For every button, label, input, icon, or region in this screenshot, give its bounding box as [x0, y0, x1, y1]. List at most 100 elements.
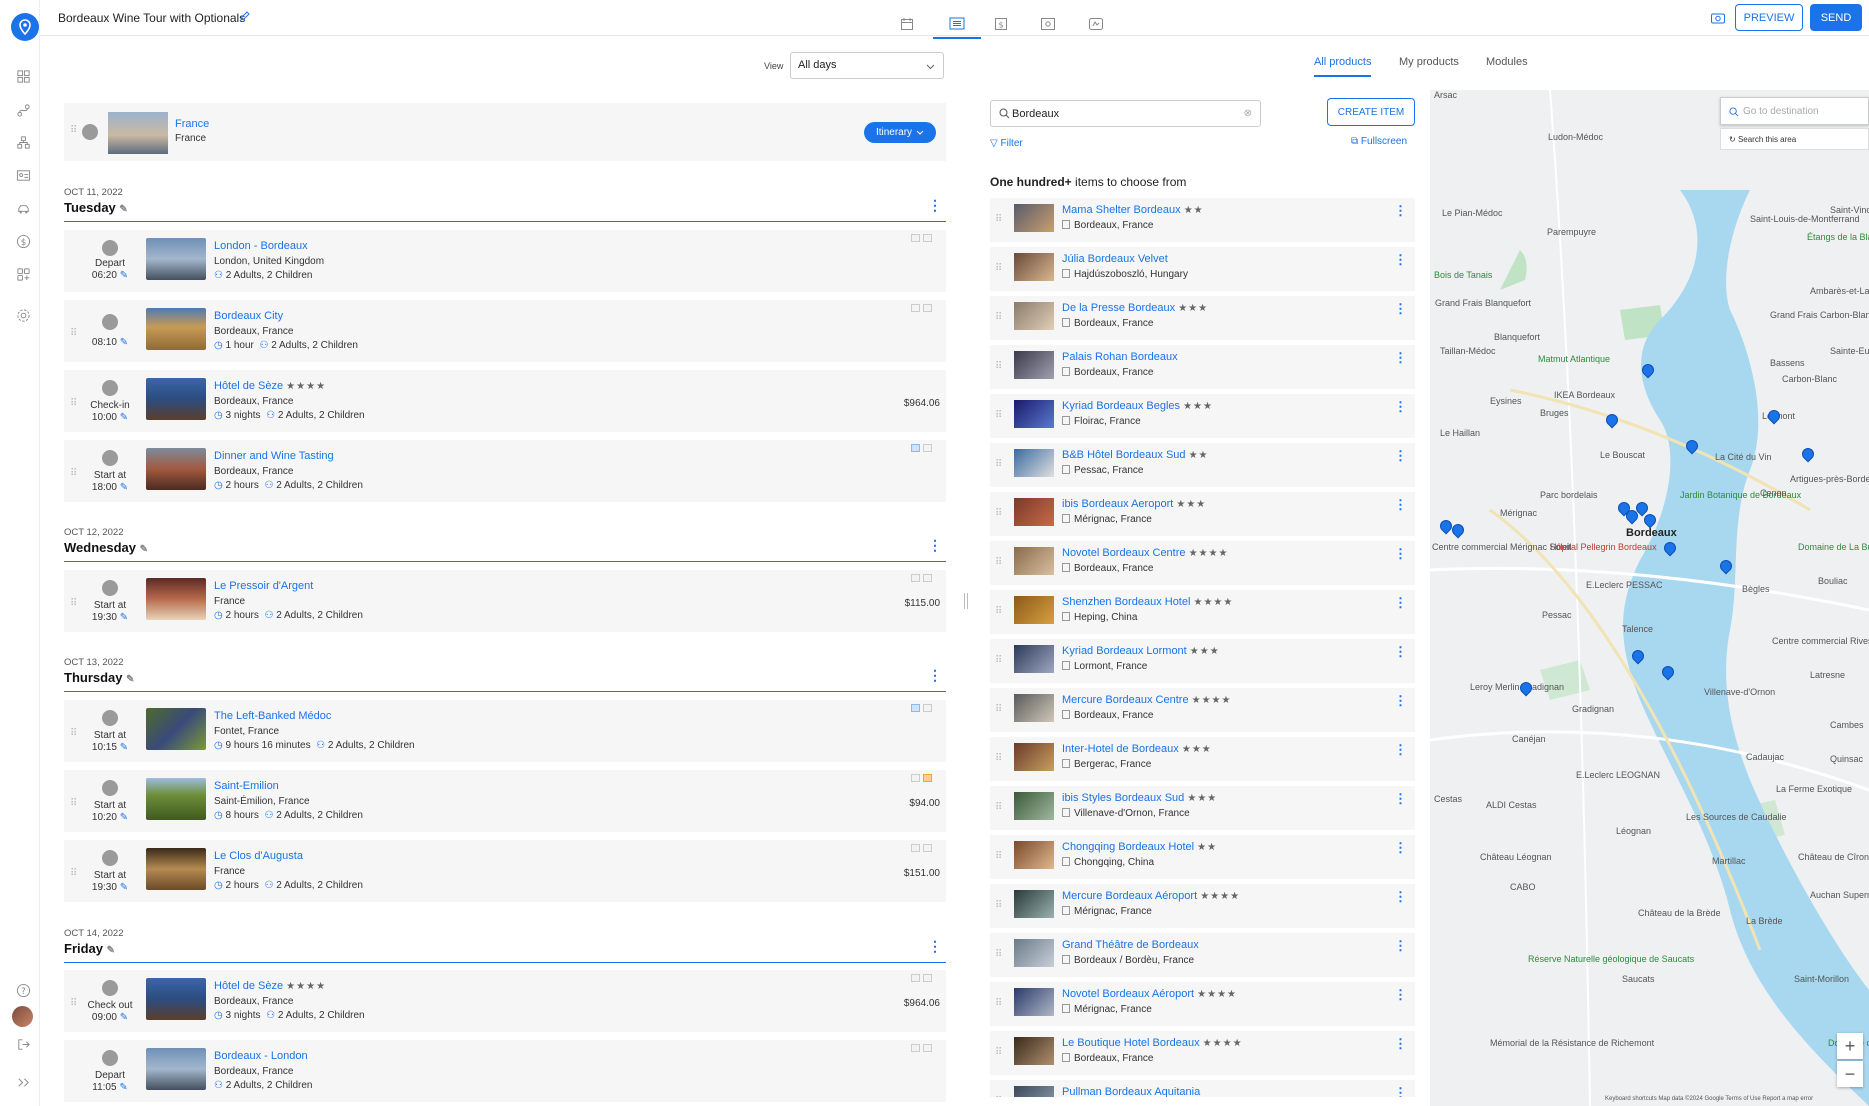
- drag-handle-icon[interactable]: ⠿: [995, 655, 1002, 666]
- product-menu-icon[interactable]: ⋮: [1394, 743, 1407, 756]
- preview-button[interactable]: PREVIEW: [1735, 4, 1803, 31]
- product-name[interactable]: Kyriad Bordeaux Begles ★★★: [1062, 400, 1213, 412]
- item-flags[interactable]: [911, 844, 932, 852]
- dashboard-icon[interactable]: [15, 68, 31, 84]
- list-icon[interactable]: [933, 9, 981, 39]
- drag-handle-icon[interactable]: ⠿: [995, 851, 1002, 862]
- drag-handle-icon[interactable]: ⠿: [995, 1096, 1002, 1097]
- drag-handle-icon[interactable]: ⠿: [995, 606, 1002, 617]
- product-row[interactable]: ⠿ B&B Hôtel Bordeaux Sud ★★ Pessac, France…: [990, 443, 1415, 487]
- logout-icon[interactable]: [15, 1036, 31, 1052]
- item-title[interactable]: Hôtel de Sèze ★★★★: [214, 980, 326, 992]
- item-flags[interactable]: [911, 234, 932, 242]
- itinerary-item[interactable]: ⠿ Start at 10:15 ✎ The Left-Banked Médoc …: [64, 700, 946, 762]
- search-this-area-button[interactable]: ↻ Search this area: [1720, 128, 1869, 150]
- product-menu-icon[interactable]: ⋮: [1394, 841, 1407, 854]
- avatar[interactable]: [12, 1006, 33, 1027]
- tab-modules[interactable]: Modules: [1486, 56, 1528, 68]
- item-flags[interactable]: [911, 444, 932, 452]
- product-name[interactable]: Mama Shelter Bordeaux ★★: [1062, 204, 1204, 216]
- drag-handle-icon[interactable]: ⠿: [995, 214, 1002, 225]
- drag-handle-icon[interactable]: ⠿: [70, 125, 77, 136]
- item-title[interactable]: Bordeaux - London: [214, 1050, 308, 1062]
- cars-icon[interactable]: [15, 200, 31, 216]
- drag-handle-icon[interactable]: ⠿: [70, 998, 77, 1009]
- product-row[interactable]: ⠿ Mercure Bordeaux Aéroport ★★★★ Mérignac,…: [990, 884, 1415, 928]
- contact-card-icon[interactable]: [15, 167, 31, 183]
- product-name[interactable]: Grand Théâtre de Bordeaux: [1062, 939, 1199, 951]
- product-row[interactable]: ⠿ Novotel Bordeaux Aéroport ★★★★ Mérignac,…: [990, 982, 1415, 1026]
- route-icon[interactable]: [15, 102, 31, 118]
- product-menu-icon[interactable]: ⋮: [1394, 351, 1407, 364]
- product-menu-icon[interactable]: ⋮: [1394, 939, 1407, 952]
- product-menu-icon[interactable]: ⋮: [1394, 449, 1407, 462]
- item-flags[interactable]: [911, 774, 932, 782]
- product-menu-icon[interactable]: ⋮: [1394, 694, 1407, 707]
- drag-handle-icon[interactable]: ⠿: [70, 398, 77, 409]
- tab-all-products[interactable]: All products: [1314, 56, 1372, 77]
- product-menu-icon[interactable]: ⋮: [1394, 302, 1407, 315]
- product-menu-icon[interactable]: ⋮: [1394, 596, 1407, 609]
- day-menu-icon[interactable]: ⋮: [928, 538, 942, 552]
- product-menu-icon[interactable]: ⋮: [1394, 400, 1407, 413]
- product-name[interactable]: Palais Rohan Bordeaux: [1062, 351, 1178, 363]
- item-flags[interactable]: [911, 1044, 932, 1052]
- drag-handle-icon[interactable]: ⠿: [995, 557, 1002, 568]
- edit-day-pencil-icon[interactable]: ✎: [107, 945, 115, 956]
- send-button[interactable]: SEND: [1810, 4, 1862, 31]
- item-title[interactable]: Bordeaux City: [214, 310, 283, 322]
- day-menu-icon[interactable]: ⋮: [928, 198, 942, 212]
- currency-icon[interactable]: $: [15, 233, 31, 249]
- day-menu-icon[interactable]: ⋮: [928, 668, 942, 682]
- calendar-icon[interactable]: [884, 9, 930, 39]
- help-icon[interactable]: ?: [15, 982, 31, 998]
- product-menu-icon[interactable]: ⋮: [1394, 645, 1407, 658]
- photo-pin-icon[interactable]: [1710, 11, 1726, 28]
- product-menu-icon[interactable]: ⋮: [1394, 1037, 1407, 1050]
- product-menu-icon[interactable]: ⋮: [1394, 1086, 1407, 1097]
- map-card-icon[interactable]: [1073, 9, 1119, 39]
- drag-handle-icon[interactable]: ⠿: [995, 1047, 1002, 1058]
- itinerary-item[interactable]: ⠿ Start at 18:00 ✎ Dinner and Wine Tastin…: [64, 440, 946, 502]
- itinerary-item[interactable]: ⠿ Start at 10:20 ✎ Saint-Emilion Saint-Ém…: [64, 770, 946, 832]
- product-row[interactable]: ⠿ Kyriad Bordeaux Lormont ★★★ Lormont, Fra…: [990, 639, 1415, 683]
- product-name[interactable]: Novotel Bordeaux Centre ★★★★: [1062, 547, 1228, 559]
- destination-title[interactable]: France: [175, 118, 209, 130]
- product-menu-icon[interactable]: ⋮: [1394, 547, 1407, 560]
- map[interactable]: Arsac Ludon-Médoc Le Pian-Médoc Parempuy…: [1430, 90, 1869, 1106]
- product-row[interactable]: ⠿ De la Presse Bordeaux ★★★ Bordeaux, Fran…: [990, 296, 1415, 340]
- itinerary-button[interactable]: Itinerary: [864, 122, 936, 143]
- expand-icon[interactable]: [15, 1074, 31, 1090]
- product-row[interactable]: ⠿ Shenzhen Bordeaux Hotel ★★★★ Heping, Chi…: [990, 590, 1415, 634]
- item-flags[interactable]: [911, 304, 932, 312]
- item-flags[interactable]: [911, 574, 932, 582]
- drag-handle-icon[interactable]: ⠿: [995, 410, 1002, 421]
- drag-handle-icon[interactable]: ⠿: [995, 704, 1002, 715]
- product-row[interactable]: ⠿ Le Boutique Hotel Bordeaux ★★★★ Bordeaux…: [990, 1031, 1415, 1075]
- drag-handle-icon[interactable]: ⠿: [995, 312, 1002, 323]
- product-menu-icon[interactable]: ⋮: [1394, 253, 1407, 266]
- app-logo-pin-icon[interactable]: [11, 13, 39, 41]
- map-destination-search[interactable]: Go to destination: [1720, 97, 1869, 125]
- drag-handle-icon[interactable]: ⠿: [995, 998, 1002, 1009]
- product-name[interactable]: Mercure Bordeaux Centre ★★★★: [1062, 694, 1231, 706]
- day-menu-icon[interactable]: ⋮: [928, 939, 942, 953]
- product-menu-icon[interactable]: ⋮: [1394, 792, 1407, 805]
- product-row[interactable]: ⠿ ibis Styles Bordeaux Sud ★★★ Villenave-d…: [990, 786, 1415, 830]
- itinerary-item[interactable]: ⠿ Start at 19:30 ✎ Le Pressoir d'Argent F…: [64, 570, 946, 632]
- clear-search-icon[interactable]: ⊗: [1244, 108, 1252, 119]
- edit-day-pencil-icon[interactable]: ✎: [119, 204, 127, 215]
- item-title[interactable]: The Left-Banked Médoc: [214, 710, 331, 722]
- edit-day-pencil-icon[interactable]: ✎: [140, 544, 148, 555]
- product-row[interactable]: ⠿ Mama Shelter Bordeaux ★★ Bordeaux, Franc…: [990, 198, 1415, 242]
- product-menu-icon[interactable]: ⋮: [1394, 988, 1407, 1001]
- itinerary-item[interactable]: ⠿ Check-in 10:00 ✎ Hôtel de Sèze ★★★★ Bor…: [64, 370, 946, 432]
- product-menu-icon[interactable]: ⋮: [1394, 204, 1407, 217]
- drag-handle-icon[interactable]: ⠿: [995, 949, 1002, 960]
- item-title[interactable]: Le Pressoir d'Argent: [214, 580, 313, 592]
- fullscreen-button[interactable]: ⧉ Fullscreen: [1351, 136, 1407, 147]
- item-title[interactable]: Le Clos d'Augusta: [214, 850, 303, 862]
- product-name[interactable]: Inter-Hotel de Bordeaux ★★★: [1062, 743, 1212, 755]
- product-name[interactable]: Júlia Bordeaux Velvet: [1062, 253, 1168, 265]
- product-search-input[interactable]: Bordeaux ⊗: [990, 100, 1261, 127]
